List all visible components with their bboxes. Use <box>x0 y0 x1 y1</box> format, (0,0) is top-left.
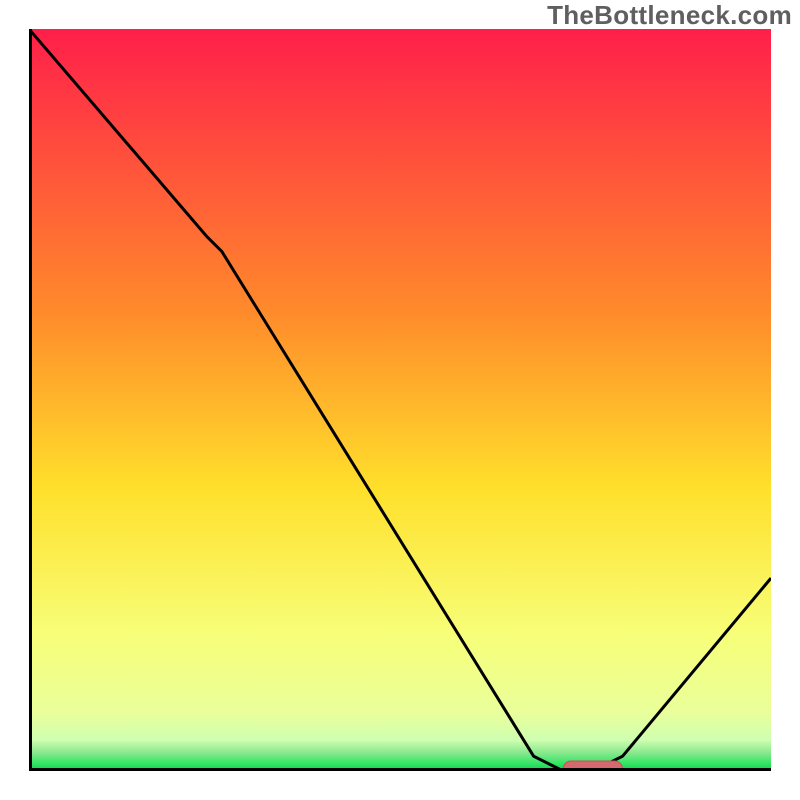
gradient-background <box>29 29 771 771</box>
chart-stage: TheBottleneck.com <box>0 0 800 800</box>
chart-svg <box>29 29 771 771</box>
chart-plot-area <box>29 29 771 771</box>
watermark-text: TheBottleneck.com <box>547 0 792 31</box>
